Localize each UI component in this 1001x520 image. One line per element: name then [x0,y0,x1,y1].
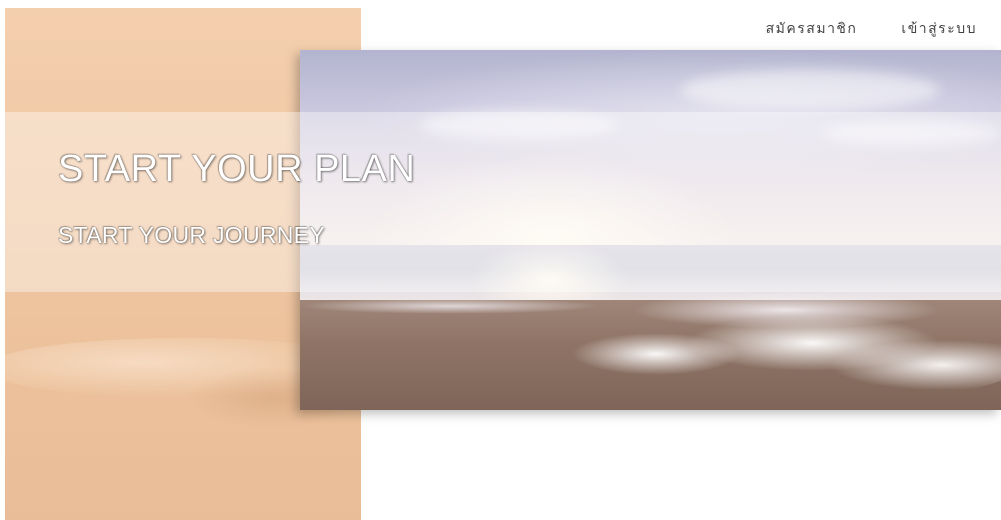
hero-title: START YOUR PLAN [58,148,416,190]
register-link[interactable]: สมัครสมาชิก [766,18,858,40]
hero-subtitle: START YOUR JOURNEY [58,222,325,248]
login-link[interactable]: เข้าสู่ระบบ [901,18,977,40]
photo-cloud [680,70,940,110]
landing-page: สมัครสมาชิก เข้าสู่ระบบ START YOUR PLAN … [0,0,1001,520]
top-navigation: สมัครสมาชิก เข้าสู่ระบบ [766,18,977,40]
hero-banner-band [5,112,1001,292]
